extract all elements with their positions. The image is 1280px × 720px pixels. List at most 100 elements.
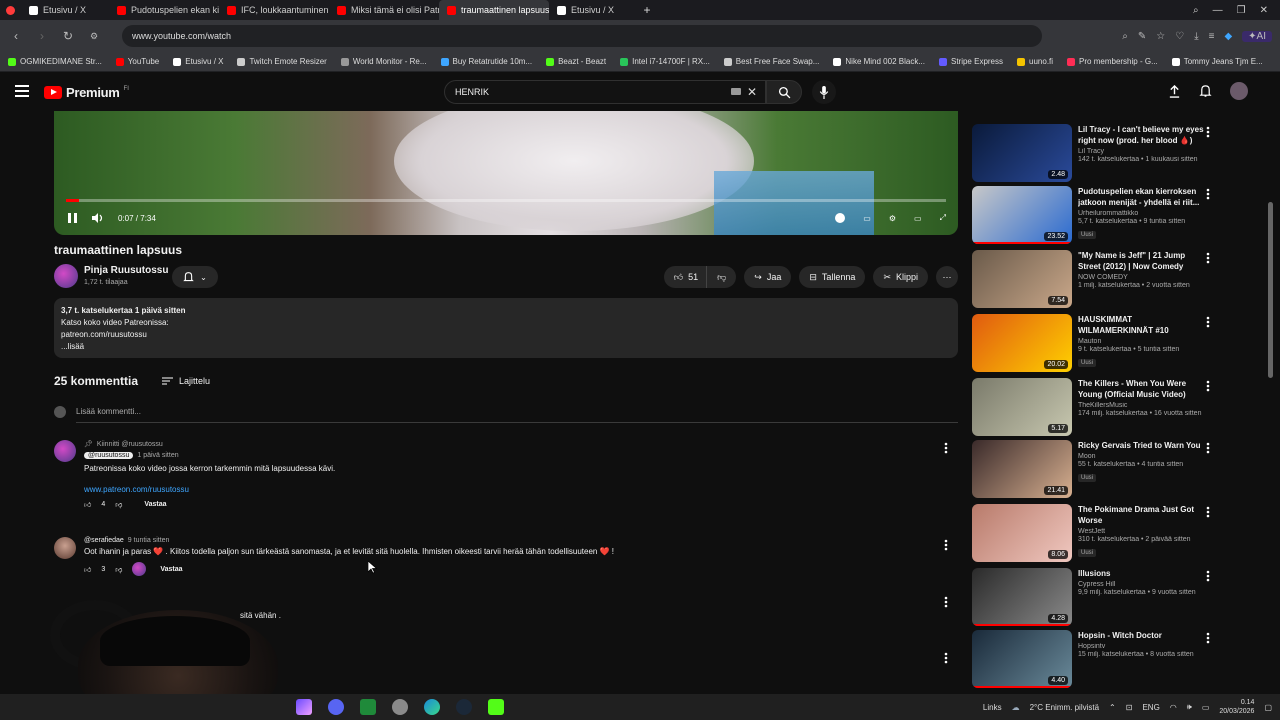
subtitles-icon[interactable]: ▭	[863, 214, 871, 223]
bookmark-item[interactable]: Nike Mind 002 Black...	[833, 57, 925, 66]
video-player[interactable]: 0:07 / 7:34 ▭ ⚙ ▭ ⤢	[54, 111, 958, 235]
channel-name[interactable]: TheKillersMusic	[1078, 402, 1204, 409]
video-thumbnail[interactable]: 2.48	[972, 124, 1072, 182]
bookmark-item[interactable]: OGMIKEDIMANE Str...	[8, 57, 102, 66]
channel-name[interactable]: Hopsintv	[1078, 643, 1204, 650]
guide-menu-icon[interactable]	[15, 85, 29, 97]
more-options-icon[interactable]	[1206, 570, 1210, 585]
browser-tab[interactable]: Miksi tämä ei olisi Patrik L	[329, 0, 439, 20]
player-progress-bar[interactable]	[66, 199, 946, 202]
fullscreen-icon[interactable]: ⤢	[940, 213, 946, 223]
comment-avatar[interactable]	[54, 440, 76, 462]
bookmark-item[interactable]: Pro membership - G...	[1067, 57, 1158, 66]
comment-more-icon[interactable]	[944, 539, 948, 554]
tray-overflow-icon[interactable]: ⌃	[1109, 703, 1116, 712]
more-options-icon[interactable]	[1206, 252, 1210, 267]
autoplay-toggle-icon[interactable]	[835, 213, 846, 223]
menu-icon[interactable]: ≡	[1209, 31, 1215, 42]
recommended-video[interactable]: 23.52 Pudotuspelien ekan kierroksen jatko…	[972, 186, 1224, 244]
channel-name[interactable]: Cypress Hill	[1078, 581, 1204, 588]
channel-name[interactable]: Urheilurommattikko	[1078, 210, 1204, 217]
zoom-icon[interactable]: ⌕	[1122, 31, 1128, 42]
share-button[interactable]: ↪ Jaa	[744, 266, 792, 288]
network-icon[interactable]: ⊡	[1126, 703, 1133, 712]
comment-dislike-icon[interactable]: 👎︎	[115, 500, 122, 509]
video-title[interactable]: Lil Tracy - I can't believe my eyes righ…	[1078, 124, 1204, 146]
notifications-icon[interactable]: ▢	[1264, 703, 1272, 712]
forward-icon[interactable]: ›	[34, 29, 50, 43]
voice-search-button[interactable]	[812, 80, 836, 104]
settings-icon[interactable]: ⚙	[889, 214, 896, 223]
recommended-video[interactable]: 5.17 The Killers - When You Were Young (O…	[972, 378, 1224, 436]
add-comment-input[interactable]: Lisää kommentti...	[76, 401, 958, 423]
more-options-icon[interactable]	[1206, 442, 1210, 457]
video-title[interactable]: Pudotuspelien ekan kierroksen jatkoon me…	[1078, 186, 1204, 208]
extensions-icon[interactable]: ◆	[1224, 31, 1232, 42]
channel-avatar[interactable]	[54, 264, 78, 288]
terminal-icon[interactable]	[360, 699, 376, 715]
video-thumbnail[interactable]: 7.54	[972, 250, 1072, 308]
recommended-video[interactable]: 20.02 HAUSKIMMAT WILMAMERKINNÄT #10 Mauton…	[972, 314, 1224, 372]
bookmark-item[interactable]: Tommy Jeans Tjm E...	[1171, 57, 1263, 66]
recommended-video[interactable]: 21.41 Ricky Gervais Tried to Warn You Moon…	[972, 440, 1224, 498]
comment-more-icon[interactable]	[944, 442, 948, 457]
more-options-icon[interactable]	[1206, 380, 1210, 395]
reply-button[interactable]: Vastaa	[144, 501, 166, 508]
maximize-icon[interactable]: ❐	[1237, 5, 1246, 16]
channel-name[interactable]: Lil Tracy	[1078, 148, 1204, 155]
video-thumbnail[interactable]: 4.28	[972, 568, 1072, 626]
clear-search-icon[interactable]: ✕	[747, 85, 757, 99]
bookmark-item[interactable]: Best Free Face Swap...	[723, 57, 819, 66]
video-title[interactable]: HAUSKIMMAT WILMAMERKINNÄT #10	[1078, 314, 1204, 336]
sort-comments-button[interactable]: Lajittelu	[162, 376, 210, 386]
upload-icon[interactable]	[1168, 84, 1181, 98]
browser-tab[interactable]: Etusivu / X	[21, 0, 109, 20]
search-input[interactable]: HENRIK ✕	[444, 80, 766, 104]
bookmark-item[interactable]: Etusivu / X	[173, 57, 223, 66]
video-title[interactable]: The Pokimane Drama Just Got Worse	[1078, 504, 1204, 526]
steam-icon[interactable]	[456, 699, 472, 715]
bookmark-item[interactable]: Buy Retatrutide 10m...	[440, 57, 532, 66]
scrollbar-thumb[interactable]	[1268, 202, 1273, 378]
bookmark-star-icon[interactable]: ☆	[1156, 31, 1165, 42]
subscription-bell-button[interactable]: ⌄	[172, 266, 218, 288]
discord-icon[interactable]	[328, 699, 344, 715]
video-thumbnail[interactable]: 21.41	[972, 440, 1072, 498]
bookmark-item[interactable]: Intel i7-14700F | RX...	[620, 57, 710, 66]
browser-tab[interactable]: Etusivu / X	[549, 0, 637, 20]
url-field[interactable]: www.youtube.com/watch	[122, 25, 1042, 47]
recommended-video[interactable]: 4.28 Illusions Cypress Hill 9,9 milj. katse…	[972, 568, 1224, 626]
channel-name[interactable]: Moon	[1078, 453, 1204, 460]
bookmark-item[interactable]: World Monitor - Re...	[340, 57, 427, 66]
more-options-icon[interactable]	[1206, 316, 1210, 331]
comment-like-icon[interactable]: 👍︎	[84, 500, 91, 509]
recommended-video[interactable]: 7.54 "My Name is Jeff" | 21 Jump Street (…	[972, 250, 1224, 308]
download-icon[interactable]: ⤓	[1194, 31, 1198, 42]
app-icon-4[interactable]	[392, 699, 408, 715]
recommended-video[interactable]: 4.40 Hopsin - Witch Doctor Hopsintv 15 milj…	[972, 630, 1224, 688]
keyboard-icon[interactable]	[731, 88, 741, 95]
heart-icon[interactable]: ♡	[1175, 31, 1184, 42]
new-tab-button[interactable]: +	[637, 0, 657, 20]
search-tabs-icon[interactable]: ⌕	[1193, 5, 1199, 16]
browser-tab[interactable]: IFC, loukkaantuminen &	[219, 0, 329, 20]
theater-mode-icon[interactable]: ▭	[914, 214, 922, 223]
recommended-video[interactable]: 8.06 The Pokimane Drama Just Got Worse Wes…	[972, 504, 1224, 562]
page-scrollbar[interactable]	[1268, 112, 1273, 692]
channel-name[interactable]: NOW COMEDY	[1078, 274, 1204, 281]
video-thumbnail[interactable]: 23.52	[972, 186, 1072, 244]
volume-tray-icon[interactable]: 🕪︎	[1187, 702, 1192, 712]
edge-icon[interactable]	[424, 699, 440, 715]
bookmark-item[interactable]: Beazt - Beazt	[546, 57, 606, 66]
minimize-icon[interactable]: —	[1213, 5, 1223, 16]
battery-icon[interactable]: ▭	[1202, 703, 1210, 712]
comment-author[interactable]: @serafiedae	[84, 537, 124, 544]
bookmark-item[interactable]: uuno.fi	[1017, 57, 1053, 66]
comment-more-icon[interactable]	[944, 596, 948, 611]
edit-icon[interactable]: ✎	[1138, 31, 1146, 42]
bookmark-item[interactable]: YouTube	[115, 57, 159, 66]
bookmark-item[interactable]: Twitch Emote Resizer	[237, 57, 327, 66]
comment-dislike-icon[interactable]: 👎︎	[115, 565, 122, 574]
video-thumbnail[interactable]: 5.17	[972, 378, 1072, 436]
video-title[interactable]: Ricky Gervais Tried to Warn You	[1078, 440, 1204, 451]
